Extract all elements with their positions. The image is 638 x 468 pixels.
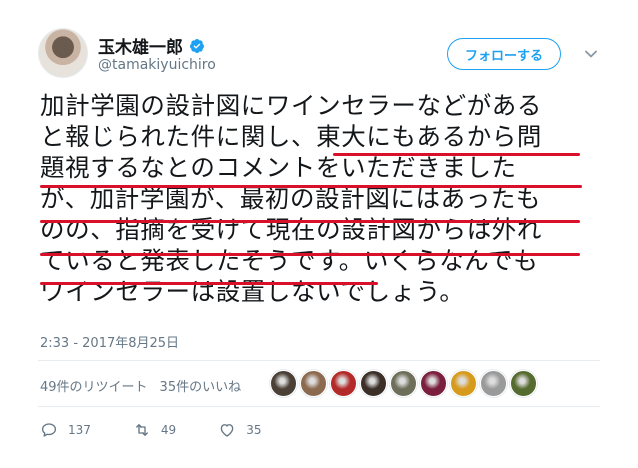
liker-avatar[interactable] (390, 370, 417, 397)
retweet-stat[interactable]: 49件のリツイート (40, 376, 148, 395)
liker-avatar[interactable] (270, 370, 297, 397)
tweet-line: と報じられた件に関し、東大にもあるから問 (40, 122, 542, 151)
heart-icon (220, 424, 234, 437)
retweet-count: 49 (160, 423, 177, 437)
reply-count: 137 (68, 423, 91, 437)
liker-avatar[interactable] (330, 370, 357, 397)
liker-avatar[interactable] (450, 370, 477, 397)
tweet-line: 加計学園の設計図にワインセラーなどがある (40, 91, 542, 120)
like-count: 35 (246, 423, 262, 437)
author-avatar[interactable] (38, 28, 88, 78)
liker-avatar[interactable] (420, 370, 447, 397)
reply-action[interactable]: 137 (40, 421, 91, 439)
highlight-underline (40, 282, 378, 285)
divider (38, 360, 600, 361)
verified-badge-icon (190, 38, 204, 53)
highlight-underline (333, 153, 580, 156)
retweet-icon (135, 424, 148, 436)
author-display-name[interactable]: 玉木雄一郎 (98, 33, 183, 58)
tweet-line: 題視するなとのコメントをいただきました (40, 153, 517, 182)
author-handle[interactable]: @tamakiyuichiro (98, 57, 216, 73)
highlight-underline (40, 220, 580, 223)
liker-avatar[interactable] (360, 370, 387, 397)
author-name-row: 玉木雄一郎 (98, 33, 205, 58)
highlight-underline (40, 253, 580, 256)
follow-button[interactable]: フォローする (447, 38, 561, 70)
tweet-line: のの、指摘を受けて現在の設計図からは外れ (40, 215, 542, 244)
liker-avatar[interactable] (300, 370, 327, 397)
engagement-stats: 49件のリツイート 35件のいいね (40, 376, 241, 395)
tweet-line: ていると発表したそうです。いくらなんでも (40, 246, 539, 275)
reply-icon (41, 423, 57, 437)
like-stat[interactable]: 35件のいいね (160, 376, 242, 395)
divider (38, 406, 600, 407)
liker-avatar[interactable] (510, 370, 537, 397)
tweet-timestamp[interactable]: 2:33 - 2017年8月25日 (40, 332, 179, 351)
retweet-action[interactable]: 49 (133, 421, 176, 439)
highlight-underline (40, 185, 582, 188)
tweet-text: 加計学園の設計図にワインセラーなどがある と報じられた件に関し、東大にもあるから… (40, 90, 620, 307)
liker-avatars (270, 370, 537, 397)
liker-avatar[interactable] (480, 370, 507, 397)
chevron-down-icon[interactable] (583, 46, 599, 62)
tweet-actions: 137 49 35 (40, 421, 303, 439)
tweet-line: ワインセラーは設置しないでしょう。 (40, 277, 465, 306)
like-action[interactable]: 35 (218, 421, 261, 439)
